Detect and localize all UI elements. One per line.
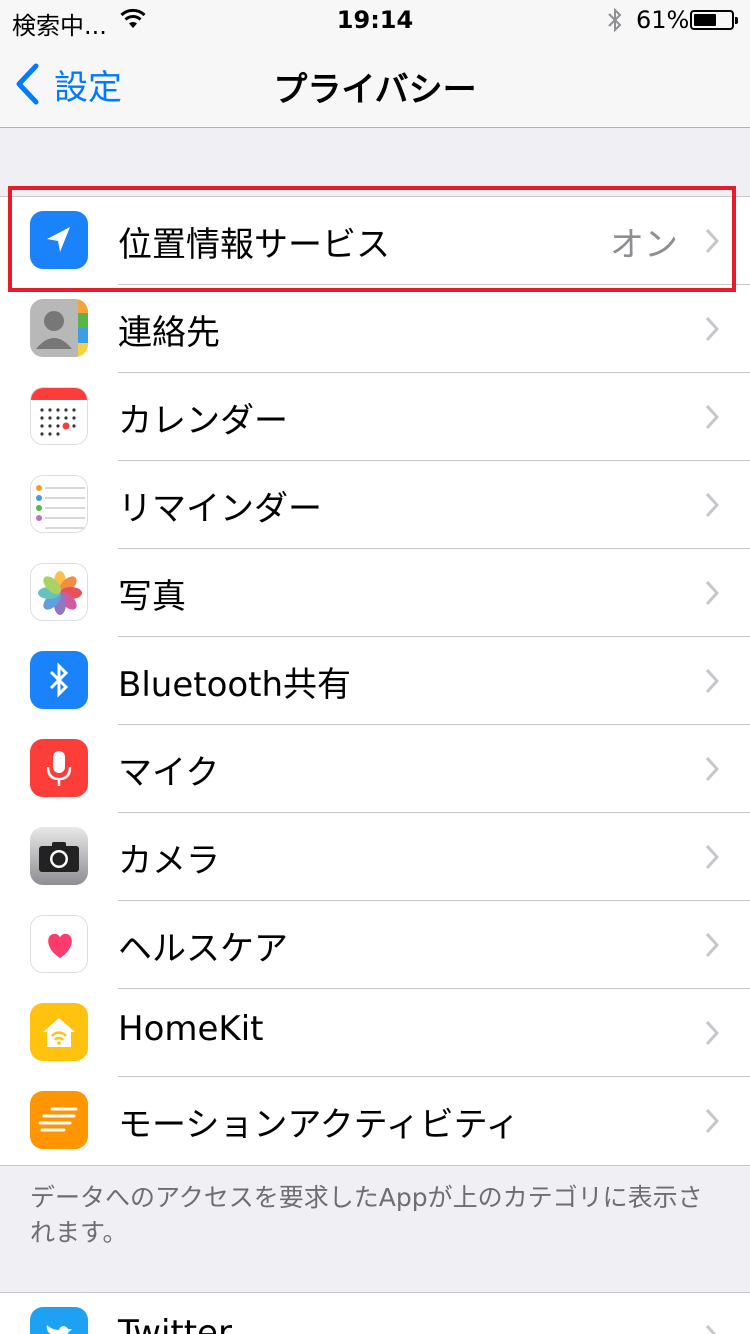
health-heart-icon bbox=[30, 915, 88, 973]
social-accounts-list: Twitter bbox=[0, 1292, 750, 1334]
navigation-bar: 設定 プライバシー bbox=[0, 40, 750, 128]
page-title: プライバシー bbox=[273, 70, 477, 110]
row-label: 連絡先 bbox=[118, 313, 220, 353]
privacy-row-reminders[interactable]: リマインダー bbox=[0, 461, 750, 549]
privacy-row-health[interactable]: ヘルスケア bbox=[0, 901, 750, 989]
bluetooth-icon bbox=[30, 651, 88, 709]
privacy-row-twitter[interactable]: Twitter bbox=[0, 1293, 750, 1334]
chevron-right-icon bbox=[705, 932, 720, 958]
privacy-row-homekit[interactable]: HomeKit bbox=[0, 989, 750, 1077]
privacy-row-location-services[interactable]: 位置情報サービス オン bbox=[0, 197, 750, 285]
privacy-row-motion-activity[interactable]: モーションアクティビティ bbox=[0, 1077, 750, 1165]
privacy-row-microphone[interactable]: マイク bbox=[0, 725, 750, 813]
privacy-row-photos[interactable]: 写真 bbox=[0, 549, 750, 637]
chevron-right-icon bbox=[705, 404, 720, 430]
bluetooth-status-icon bbox=[608, 7, 622, 33]
chevron-right-icon bbox=[705, 756, 720, 782]
battery-fill bbox=[694, 14, 716, 26]
row-label: 位置情報サービス bbox=[118, 225, 390, 265]
row-label: Twitter bbox=[118, 1313, 232, 1334]
row-label: Bluetooth共有 bbox=[118, 665, 352, 705]
privacy-row-contacts[interactable]: 連絡先 bbox=[0, 285, 750, 373]
twitter-icon bbox=[30, 1307, 88, 1334]
chevron-right-icon bbox=[705, 844, 720, 870]
chevron-right-icon bbox=[705, 228, 720, 254]
motion-activity-icon bbox=[30, 1091, 88, 1149]
chevron-right-icon bbox=[705, 492, 720, 518]
row-label: マイク bbox=[118, 753, 220, 793]
row-label: モーションアクティビティ bbox=[118, 1105, 520, 1145]
contacts-icon bbox=[30, 299, 88, 357]
row-detail-value: オン bbox=[610, 225, 678, 265]
battery-percent: 61% bbox=[636, 6, 690, 34]
chevron-right-icon bbox=[705, 668, 720, 694]
location-arrow-icon bbox=[30, 211, 88, 269]
chevron-right-icon bbox=[705, 580, 720, 606]
row-label: ヘルスケア bbox=[118, 929, 288, 969]
privacy-settings-screen: 検索中... 19:14 61% 設定 プライバシー 位置情報サービス オン 連… bbox=[0, 0, 750, 1334]
status-bar: 検索中... 19:14 61% bbox=[0, 0, 750, 40]
homekit-icon bbox=[30, 1003, 88, 1061]
row-label: リマインダー bbox=[118, 489, 322, 529]
chevron-right-icon bbox=[705, 1020, 720, 1046]
row-label: カメラ bbox=[118, 841, 220, 881]
privacy-row-calendar[interactable]: カレンダー bbox=[0, 373, 750, 461]
battery-icon bbox=[690, 10, 738, 30]
privacy-row-camera[interactable]: カメラ bbox=[0, 813, 750, 901]
privacy-row-bluetooth-sharing[interactable]: Bluetooth共有 bbox=[0, 637, 750, 725]
chevron-right-icon bbox=[705, 316, 720, 342]
row-label: 写真 bbox=[118, 577, 186, 617]
reminders-icon bbox=[30, 475, 88, 533]
chevron-right-icon bbox=[705, 1108, 720, 1134]
photos-icon bbox=[30, 563, 88, 621]
calendar-icon bbox=[30, 387, 88, 445]
microphone-icon bbox=[30, 739, 88, 797]
row-label: HomeKit bbox=[118, 1009, 264, 1049]
privacy-footer-note: データへのアクセスを要求したAppが上のカテゴリに表示されます。 bbox=[30, 1183, 703, 1247]
row-label: カレンダー bbox=[118, 401, 288, 441]
chevron-right-icon bbox=[705, 1324, 717, 1334]
camera-icon bbox=[30, 827, 88, 885]
privacy-list: 位置情報サービス オン 連絡先 カレンダー リマインダー 写真 Bluetoot… bbox=[0, 196, 750, 1166]
